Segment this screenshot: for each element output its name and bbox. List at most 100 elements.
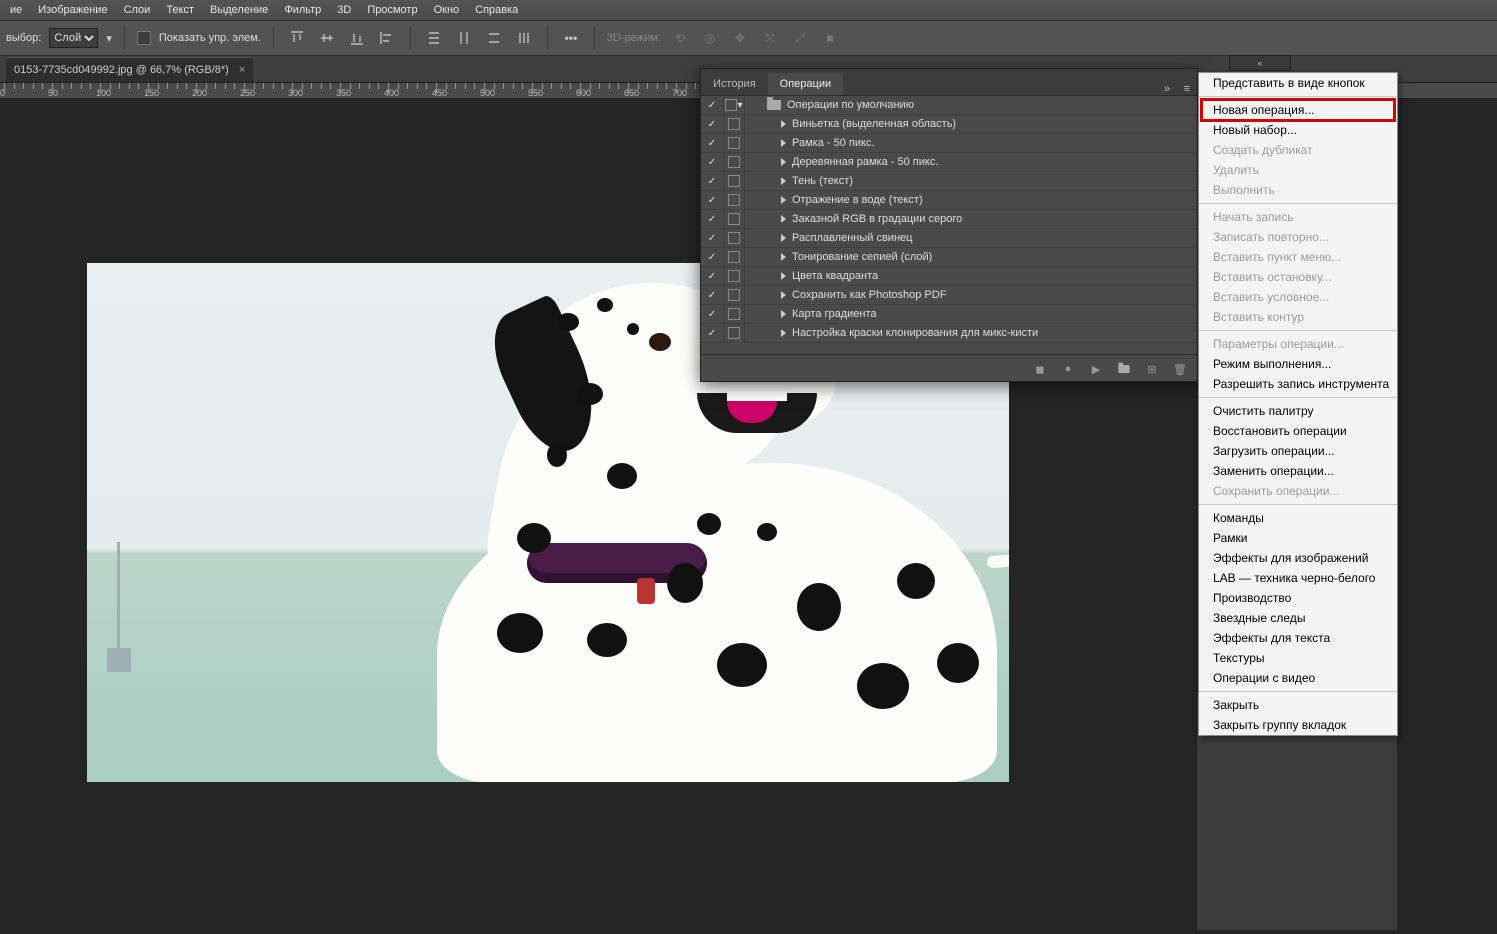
- toggle-check-icon[interactable]: ✓: [701, 172, 724, 190]
- toggle-check-icon[interactable]: ✓: [701, 153, 724, 171]
- 3d-roll-icon[interactable]: ◎: [699, 27, 721, 49]
- expand-icon[interactable]: [781, 310, 786, 318]
- actions-folder-row[interactable]: ✓▾Операции по умолчанию: [701, 96, 1197, 115]
- menu-item-окно[interactable]: Окно: [426, 1, 468, 19]
- ctx-item[interactable]: Производство: [1199, 588, 1397, 608]
- toggle-check-icon[interactable]: ✓: [701, 96, 724, 114]
- record-icon[interactable]: ●: [1061, 362, 1075, 376]
- dialog-toggle-icon[interactable]: [724, 115, 745, 133]
- action-row-2[interactable]: ✓Деревянная рамка - 50 пикс.: [701, 153, 1197, 172]
- action-row-10[interactable]: ✓Карта градиента: [701, 305, 1197, 324]
- ctx-item[interactable]: Звездные следы: [1199, 608, 1397, 628]
- menu-item-выделение[interactable]: Выделение: [202, 1, 276, 19]
- align-left-edges-icon[interactable]: [376, 27, 398, 49]
- action-row-7[interactable]: ✓Тонирование сепией (слой): [701, 248, 1197, 267]
- dialog-toggle-icon[interactable]: [724, 153, 745, 171]
- toggle-check-icon[interactable]: ✓: [701, 324, 724, 342]
- ctx-item[interactable]: Рамки: [1199, 528, 1397, 548]
- action-row-5[interactable]: ✓Заказной RGB в градации серого: [701, 210, 1197, 229]
- document-tab[interactable]: 0153-7735cd049992.jpg @ 66,7% (RGB/8*) ×: [6, 57, 253, 82]
- ctx-item[interactable]: Загрузить операции...: [1199, 441, 1397, 461]
- align-top-edges-icon[interactable]: [286, 27, 308, 49]
- expand-icon[interactable]: [781, 329, 786, 337]
- tab-actions[interactable]: Операции: [768, 73, 843, 95]
- distribute-h-icon[interactable]: [513, 27, 535, 49]
- expand-icon[interactable]: [781, 272, 786, 280]
- more-options-icon[interactable]: •••: [560, 27, 582, 49]
- menu-item-3d[interactable]: 3D: [329, 1, 359, 19]
- distribute-vcenter-icon[interactable]: [453, 27, 475, 49]
- dialog-toggle-icon[interactable]: [724, 210, 745, 228]
- toggle-check-icon[interactable]: ✓: [701, 134, 724, 152]
- new-set-icon[interactable]: [1117, 362, 1131, 376]
- expand-icon[interactable]: [781, 177, 786, 185]
- expand-icon[interactable]: [781, 158, 786, 166]
- ctx-item[interactable]: Режим выполнения...: [1199, 354, 1397, 374]
- 3d-pan-icon[interactable]: ✥: [729, 27, 751, 49]
- toggle-check-icon[interactable]: ✓: [701, 210, 724, 228]
- expand-icon[interactable]: [781, 120, 786, 128]
- ctx-item[interactable]: Новая операция...: [1199, 100, 1397, 120]
- toggle-check-icon[interactable]: ✓: [701, 286, 724, 304]
- close-icon[interactable]: ×: [239, 64, 245, 76]
- action-row-4[interactable]: ✓Отражение в воде (текст): [701, 191, 1197, 210]
- toggle-check-icon[interactable]: ✓: [701, 191, 724, 209]
- ctx-item[interactable]: Заменить операции...: [1199, 461, 1397, 481]
- align-bottom-edges-icon[interactable]: [346, 27, 368, 49]
- dialog-toggle-icon[interactable]: [724, 286, 745, 304]
- show-controls-checkbox[interactable]: [137, 31, 151, 45]
- 3d-zoom-icon[interactable]: ⤢: [789, 27, 811, 49]
- menu-item-фильтр[interactable]: Фильтр: [276, 1, 329, 19]
- action-row-8[interactable]: ✓Цвета квадранта: [701, 267, 1197, 286]
- toggle-check-icon[interactable]: ✓: [701, 115, 724, 133]
- menu-item-слои[interactable]: Слои: [116, 1, 159, 19]
- action-row-3[interactable]: ✓Тень (текст): [701, 172, 1197, 191]
- distribute-top-icon[interactable]: [423, 27, 445, 49]
- action-row-11[interactable]: ✓Настройка краски клонирования для микс-…: [701, 324, 1197, 343]
- ctx-item[interactable]: Представить в виде кнопок: [1199, 73, 1397, 93]
- dialog-toggle-icon[interactable]: [724, 248, 745, 266]
- ctx-item[interactable]: Закрыть группу вкладок: [1199, 715, 1397, 735]
- ctx-item[interactable]: Закрыть: [1199, 695, 1397, 715]
- expand-icon[interactable]: [781, 139, 786, 147]
- dialog-toggle-icon[interactable]: [724, 229, 745, 247]
- menu-item-текст[interactable]: Текст: [158, 1, 202, 19]
- new-action-icon[interactable]: ⊞: [1145, 362, 1159, 376]
- dialog-toggle-icon[interactable]: [724, 134, 745, 152]
- dialog-toggle-icon[interactable]: ▾: [724, 96, 745, 114]
- distribute-bottom-icon[interactable]: [483, 27, 505, 49]
- toggle-check-icon[interactable]: ✓: [701, 248, 724, 266]
- ctx-item[interactable]: LAB — техника черно-белого: [1199, 568, 1397, 588]
- play-icon[interactable]: ▶: [1089, 362, 1103, 376]
- expand-icon[interactable]: [781, 234, 786, 242]
- menu-item-ие[interactable]: ие: [2, 1, 30, 19]
- dialog-toggle-icon[interactable]: [724, 172, 745, 190]
- panel-collapse-icon[interactable]: »: [1157, 83, 1177, 95]
- menu-item-изображение[interactable]: Изображение: [30, 1, 115, 19]
- toggle-check-icon[interactable]: ✓: [701, 267, 724, 285]
- right-dock-collapse[interactable]: «: [1229, 55, 1291, 71]
- 3d-orbit-icon[interactable]: ⟲: [669, 27, 691, 49]
- ctx-item[interactable]: Команды: [1199, 508, 1397, 528]
- trash-icon[interactable]: 🗑: [1173, 362, 1187, 376]
- expand-icon[interactable]: [781, 253, 786, 261]
- action-row-0[interactable]: ✓Виньетка (выделенная область): [701, 115, 1197, 134]
- menu-item-просмотр[interactable]: Просмотр: [359, 1, 425, 19]
- toggle-check-icon[interactable]: ✓: [701, 305, 724, 323]
- auto-select-dropdown[interactable]: Слой: [49, 28, 98, 48]
- 3d-camera-icon[interactable]: ■: [819, 27, 841, 49]
- stop-icon[interactable]: ◼: [1033, 362, 1047, 376]
- menu-item-справка[interactable]: Справка: [467, 1, 526, 19]
- ctx-item[interactable]: Восстановить операции: [1199, 421, 1397, 441]
- ctx-item[interactable]: Очистить палитру: [1199, 401, 1397, 421]
- align-vcenter-icon[interactable]: [316, 27, 338, 49]
- ctx-item[interactable]: Эффекты для текста: [1199, 628, 1397, 648]
- dialog-toggle-icon[interactable]: [724, 324, 745, 342]
- ctx-item[interactable]: Эффекты для изображений: [1199, 548, 1397, 568]
- expand-icon[interactable]: [781, 215, 786, 223]
- dialog-toggle-icon[interactable]: [724, 267, 745, 285]
- action-row-9[interactable]: ✓Сохранить как Photoshop PDF: [701, 286, 1197, 305]
- dialog-toggle-icon[interactable]: [724, 305, 745, 323]
- panel-menu-icon[interactable]: ≡: [1177, 83, 1197, 95]
- toggle-check-icon[interactable]: ✓: [701, 229, 724, 247]
